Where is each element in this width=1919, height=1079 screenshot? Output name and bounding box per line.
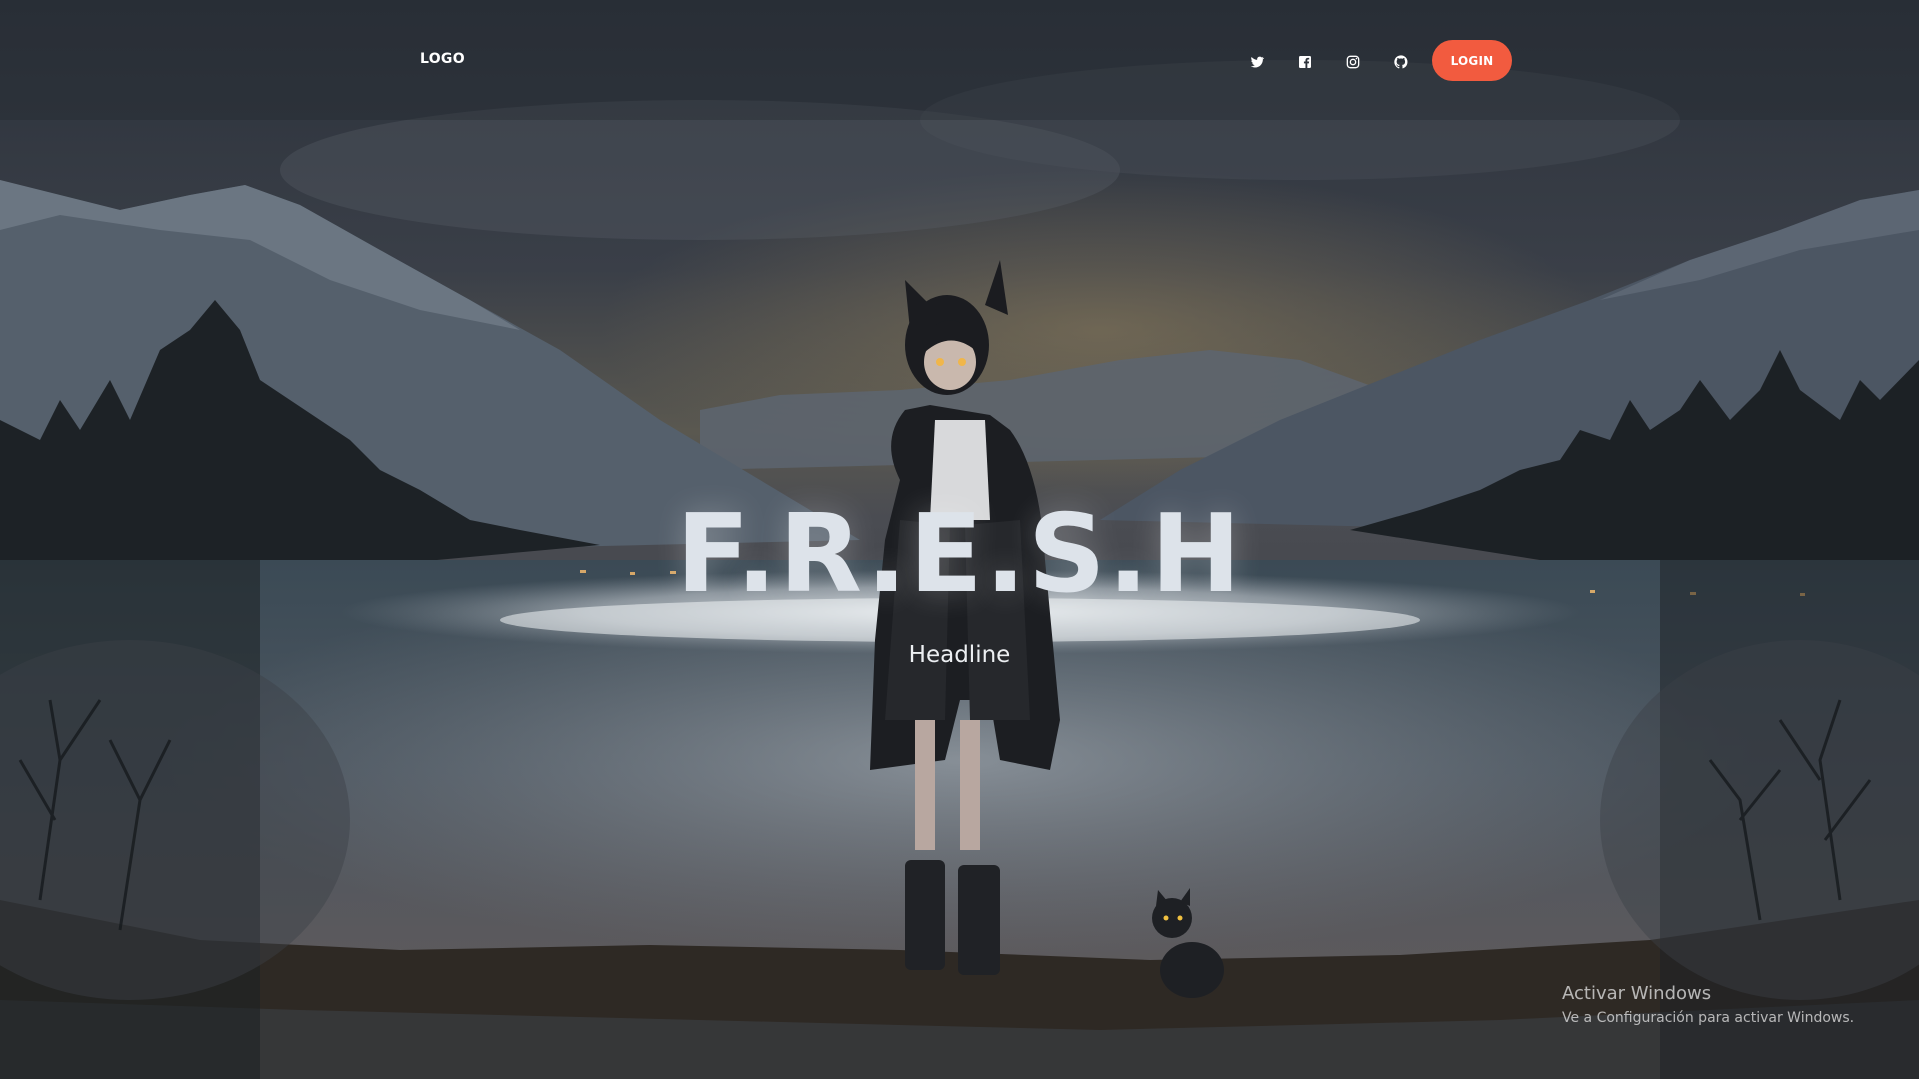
github-link[interactable]	[1385, 46, 1417, 78]
watermark-subtitle: Ve a Configuración para activar Windows.	[1562, 1010, 1855, 1026]
instagram-link[interactable]	[1337, 46, 1369, 78]
facebook-link[interactable]	[1289, 46, 1321, 78]
login-button[interactable]: LOGIN	[1432, 40, 1512, 81]
instagram-icon	[1346, 55, 1360, 69]
twitter-link[interactable]	[1241, 46, 1273, 78]
windows-activation-watermark: Activar Windows Ve a Configuración para …	[1562, 983, 1854, 1026]
twitter-icon	[1250, 56, 1265, 68]
watermark-title: Activar Windows	[1562, 983, 1712, 1004]
github-icon	[1394, 55, 1408, 69]
facebook-icon	[1299, 56, 1311, 68]
site-logo[interactable]: LOGO	[420, 51, 465, 67]
hero-title: F.R.E.S.H	[675, 492, 1244, 617]
hero-subtitle: Headline	[908, 642, 1011, 668]
